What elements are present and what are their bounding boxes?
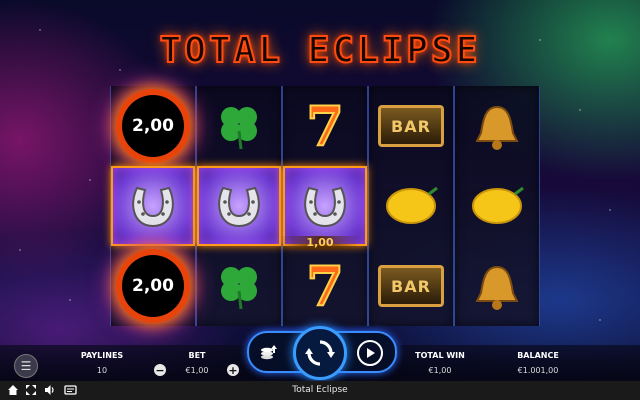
bar-symbol: BAR [378,265,444,307]
bar-symbol: BAR [378,105,444,147]
lemon-icon [386,186,438,224]
reel-cell [455,86,539,166]
bet-decrease-button[interactable]: − [154,364,166,376]
eclipse-orb-symbol: 2,00 [122,95,184,157]
horseshoe-icon [132,186,174,228]
horseshoe-icon [304,186,346,228]
seven-symbol: 7 [305,94,345,158]
clover-icon [221,107,257,150]
bet-max-button[interactable] [258,340,280,362]
line-win-amount: 1,00 [280,236,360,250]
reel-cell [455,166,539,246]
reel-cell: 2,00 [111,246,195,326]
reel-cell [455,246,539,326]
balance-label: BALANCE [517,351,559,360]
reel-cell: 2,00 [111,86,195,166]
bell-icon [475,105,519,150]
bell-icon [475,265,519,310]
reel-3: 7 7 [282,86,368,326]
sound-icon [45,385,54,395]
reel-2 [196,86,282,326]
reel-cell [197,246,281,326]
bet-value: €1,00 [185,366,209,375]
reel-cell-winning [197,166,281,246]
fullscreen-button[interactable] [24,383,38,397]
seven-symbol: 7 [305,254,345,318]
reel-cell [369,166,453,246]
total-win-label: TOTAL WIN [415,351,465,360]
reel-cell [197,86,281,166]
game-title: TOTAL ECLIPSE [159,29,481,72]
home-icon [8,385,18,395]
spin-icon [305,340,335,366]
total-win-value: €1,00 [428,366,452,375]
balance-value: €1.001,00 [517,366,559,375]
reel-grid: 2,00 2,00 7 7 BAR BAR [110,86,540,326]
fullscreen-icon [26,385,36,395]
paylines-value: 10 [96,366,108,375]
reel-cell: 7 [283,86,367,166]
reel-cell-winning [111,166,195,246]
paytable-button[interactable] [63,383,77,397]
coins-icon [261,345,277,360]
bet-increase-button[interactable]: + [227,364,239,376]
reel-cell-winning [283,166,367,246]
spin-button[interactable] [293,326,347,380]
menu-button[interactable]: ☰ [14,354,38,378]
home-button[interactable] [6,383,20,397]
autoplay-icon [367,348,375,358]
horseshoe-icon [218,186,260,228]
reel-cell: BAR [369,246,453,326]
clover-icon [221,267,257,310]
menu-icon: ☰ [20,359,32,373]
reel-1: 2,00 2,00 [110,86,196,326]
eclipse-orb-symbol: 2,00 [122,255,184,317]
window-title: Total Eclipse [292,385,348,395]
autoplay-button[interactable] [357,340,383,366]
paytable-icon [63,385,77,395]
reel-cell: BAR [369,86,453,166]
paylines-label: PAYLINES [80,351,124,360]
bet-label: BET [188,351,206,360]
lemon-icon [472,186,524,224]
sound-button[interactable] [43,383,57,397]
reel-5 [454,86,540,326]
reel-4: BAR BAR [368,86,454,326]
reel-cell: 7 [283,246,367,326]
